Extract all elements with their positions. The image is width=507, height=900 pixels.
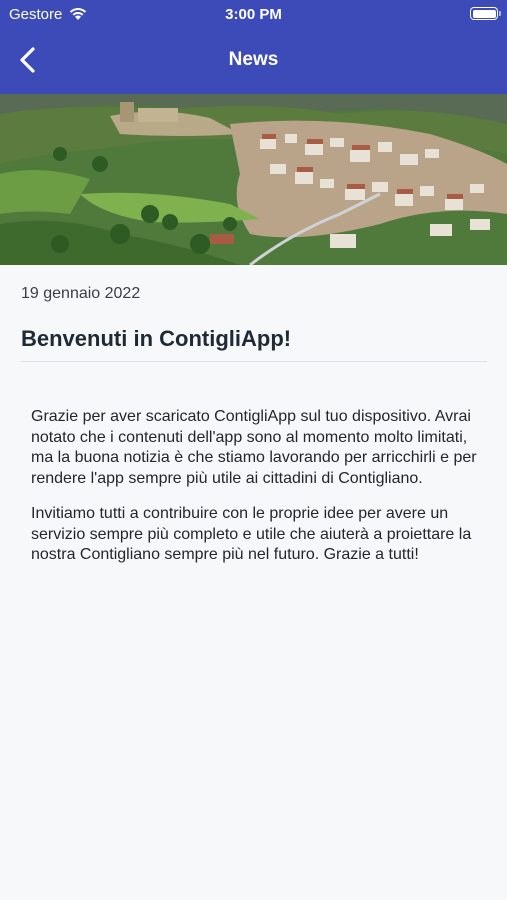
article-title: Benvenuti in ContigliApp! (21, 326, 292, 351)
status-bar: Gestore 3:00 PM (0, 0, 507, 30)
divider (21, 361, 487, 362)
status-time: 3:00 PM (225, 6, 282, 23)
town-aerial-photo (0, 94, 507, 265)
article-paragraph: Grazie per aver scaricato ContigliApp su… (31, 408, 477, 487)
article-body: Grazie per aver scaricato ContigliApp su… (31, 407, 481, 581)
article-paragraph: Invitiamo tutti a contribuire con le pro… (31, 505, 472, 563)
article-date: 19 gennaio 2022 (21, 285, 141, 302)
app-header: Gestore 3:00 PM News (0, 0, 507, 94)
hero-image (0, 94, 507, 265)
battery-icon (470, 7, 498, 20)
page-title: News (228, 49, 279, 70)
battery-tip (499, 11, 501, 16)
